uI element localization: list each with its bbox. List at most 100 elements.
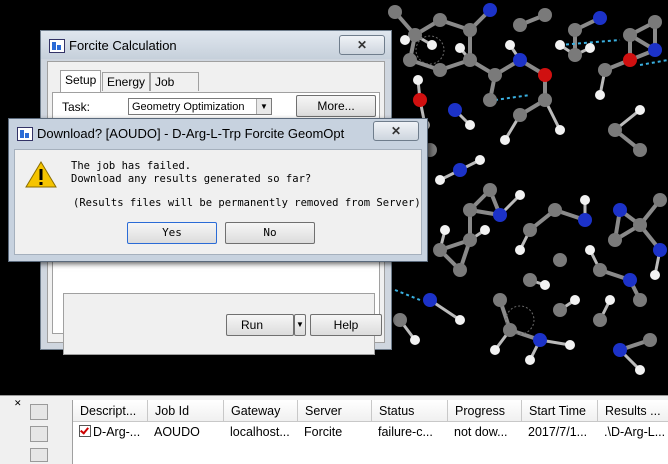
collapse-icon[interactable]: ✕	[14, 398, 22, 409]
atom	[623, 273, 637, 287]
app-icon	[17, 127, 33, 141]
atom	[388, 5, 402, 19]
jobs-table[interactable]: Descript... Job Id Gateway Server Status Prog…	[72, 400, 668, 464]
atom	[423, 293, 437, 307]
hydrogen-atom	[465, 120, 475, 130]
atom	[568, 48, 582, 62]
hydrogen-atom	[410, 335, 420, 345]
checkbox-icon[interactable]	[79, 425, 91, 437]
tab-setup[interactable]: Setup	[60, 70, 102, 92]
close-button[interactable]: ✕	[339, 35, 385, 55]
hydrogen-bond	[639, 59, 668, 66]
table-cell[interactable]: D-Arg-...	[73, 422, 148, 442]
hydrogen-atom	[635, 365, 645, 375]
hydrogen-atom	[490, 345, 500, 355]
hydrogen-atom	[427, 40, 437, 50]
atom	[533, 333, 547, 347]
download-icon[interactable]	[30, 426, 48, 442]
atom	[463, 233, 477, 247]
atom	[463, 203, 477, 217]
atom	[608, 233, 622, 247]
column-header[interactable]: Server	[298, 400, 372, 422]
hydrogen-atom	[515, 245, 525, 255]
table-cell[interactable]: AOUDO	[148, 422, 224, 442]
dialog-content: The job has failed. Download any results…	[14, 149, 422, 255]
atom	[653, 193, 667, 207]
atom	[483, 183, 497, 197]
table-cell[interactable]: failure-c...	[372, 422, 448, 442]
dialog-titlebar[interactable]: Download? [AOUDO] - D-Arg-L-Trp Forcite …	[9, 119, 427, 147]
atom	[433, 13, 447, 27]
atom	[513, 108, 527, 122]
column-header[interactable]: Results ...	[598, 400, 668, 422]
hydrogen-atom	[475, 155, 485, 165]
atom	[648, 15, 662, 29]
more-button[interactable]: More...	[296, 95, 376, 117]
warning-icon	[25, 161, 57, 188]
message-line-failed: The job has failed.	[71, 160, 192, 172]
hydrogen-atom	[595, 90, 605, 100]
forcite-titlebar[interactable]: Forcite Calculation ✕	[41, 31, 391, 59]
atom	[453, 163, 467, 177]
atom	[408, 28, 422, 42]
atom	[448, 103, 462, 117]
hydrogen-atom	[555, 125, 565, 135]
task-select[interactable]: Geometry Optimization ▼	[128, 98, 272, 115]
column-header[interactable]: Progress	[448, 400, 522, 422]
atom	[653, 243, 667, 257]
hand-icon[interactable]	[30, 448, 48, 462]
atom	[503, 323, 517, 337]
atom	[433, 243, 447, 257]
table-cell[interactable]: 2017/7/1...	[522, 422, 598, 442]
atom	[568, 23, 582, 37]
atom	[538, 68, 552, 82]
run-button-label: Run	[241, 318, 264, 332]
message-line-download: Download any results generated so far?	[71, 173, 312, 185]
chevron-down-icon[interactable]: ▼	[256, 99, 271, 114]
column-header[interactable]: Job Id	[148, 400, 224, 422]
yes-button[interactable]: Yes	[127, 222, 217, 244]
column-header[interactable]: Status	[372, 400, 448, 422]
atom	[453, 263, 467, 277]
column-header[interactable]: Gateway	[224, 400, 298, 422]
column-header[interactable]: Descript...	[73, 400, 148, 422]
atom	[633, 143, 647, 157]
table-cell[interactable]: .\D-Arg-L...	[598, 422, 668, 442]
server-icon[interactable]	[30, 404, 48, 420]
task-label: Task:	[62, 100, 91, 114]
table-cell[interactable]: not dow...	[448, 422, 522, 442]
job-explorer-panel: ✕ Descript... Job Id Gateway Server Status Pr…	[0, 395, 668, 464]
atom	[483, 93, 497, 107]
run-button[interactable]: Run	[226, 314, 294, 336]
atom	[553, 253, 567, 267]
hydrogen-atom	[555, 40, 565, 50]
dialog-close-button[interactable]: ✕	[373, 121, 419, 141]
help-button[interactable]: Help	[310, 314, 382, 336]
atom	[553, 303, 567, 317]
table-cell[interactable]: localhost...	[224, 422, 298, 442]
run-dropdown-icon[interactable]: ▼	[294, 314, 306, 336]
message-line-warning: (Results files will be permanently remov…	[73, 197, 421, 209]
atom	[488, 68, 502, 82]
aromatic-ring	[415, 35, 445, 65]
atom	[633, 218, 647, 232]
download-dialog[interactable]: Download? [AOUDO] - D-Arg-L-Trp Forcite …	[8, 118, 428, 262]
atom	[593, 263, 607, 277]
tab-job-control[interactable]: Job Control	[150, 72, 199, 107]
atom	[633, 293, 647, 307]
table-cell[interactable]: Forcite	[298, 422, 372, 442]
column-header[interactable]: Start Time	[522, 400, 598, 422]
atom	[578, 213, 592, 227]
hydrogen-atom	[455, 43, 465, 53]
hydrogen-atom	[585, 43, 595, 53]
tab-energy[interactable]: Energy	[102, 72, 151, 91]
atom	[538, 8, 552, 22]
no-button[interactable]: No	[225, 222, 315, 244]
atom	[483, 3, 497, 17]
dialog-title: Download? [AOUDO] - D-Arg-L-Trp Forcite …	[37, 126, 345, 141]
atom	[493, 208, 507, 222]
atom	[548, 203, 562, 217]
atom	[598, 63, 612, 77]
hydrogen-atom	[413, 75, 423, 85]
atom	[493, 293, 507, 307]
